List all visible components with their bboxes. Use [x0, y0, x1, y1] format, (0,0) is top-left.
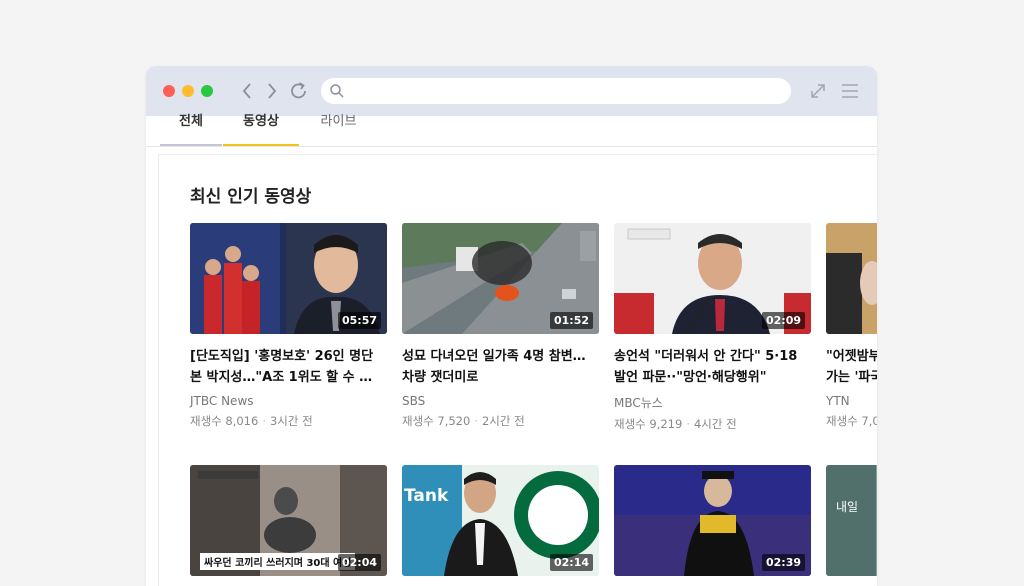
- browser-titlebar: [146, 66, 877, 116]
- video-duration: 02:14: [549, 554, 593, 571]
- video-meta: 재생수 7,520 · 2시간 전: [402, 413, 599, 429]
- video-card[interactable]: "어젯밤부 가는 '파국 YTN 재생수 7,0: [826, 223, 877, 429]
- video-age: 2시간 전: [481, 414, 525, 428]
- meta-separator: ·: [686, 417, 690, 431]
- thumbnail-text: 내일: [836, 500, 858, 514]
- video-duration: 02:09: [761, 312, 805, 329]
- meta-separator: ·: [474, 414, 478, 428]
- minimize-window-button[interactable]: [182, 85, 194, 97]
- video-source[interactable]: SBS: [402, 394, 599, 408]
- video-card[interactable]: Tank 02:14: [402, 465, 599, 576]
- video-duration: 02:04: [337, 554, 381, 571]
- video-views: 재생수 9,219: [614, 417, 683, 431]
- meta-separator: ·: [262, 414, 266, 428]
- tab-all-label: 전체: [179, 114, 203, 129]
- tab-live[interactable]: 라이브: [306, 114, 371, 144]
- video-title[interactable]: 송언석 "더러워서 안 간다" 5·18 발언 파문··"망언·해당행위": [614, 346, 811, 388]
- expand-icon[interactable]: [807, 80, 829, 102]
- forward-icon: [268, 83, 277, 99]
- reload-button[interactable]: [287, 78, 311, 104]
- video-thumbnail[interactable]: [826, 223, 877, 334]
- video-duration: 02:39: [761, 554, 805, 571]
- video-views: 재생수 8,016: [190, 414, 259, 428]
- video-source[interactable]: MBC뉴스: [614, 394, 811, 411]
- tab-all[interactable]: 전체: [160, 114, 222, 146]
- maximize-window-button[interactable]: [201, 85, 213, 97]
- video-meta: 재생수 7,0: [826, 413, 877, 429]
- reload-icon: [291, 82, 306, 99]
- video-thumbnail[interactable]: 05:57: [190, 223, 387, 334]
- forward-button[interactable]: [260, 78, 284, 104]
- video-title[interactable]: "어젯밤부 가는 '파국: [826, 346, 877, 388]
- video-thumbnail[interactable]: 02:09: [614, 223, 811, 334]
- video-card[interactable]: 내일: [826, 465, 877, 576]
- video-thumbnail[interactable]: 01:52: [402, 223, 599, 334]
- tab-video[interactable]: 동영상: [223, 114, 299, 146]
- video-age: 3시간 전: [269, 414, 313, 428]
- thumbnail-image: [826, 223, 877, 334]
- thumbnail-text: Tank: [404, 486, 449, 506]
- tab-live-label: 라이브: [320, 114, 357, 129]
- thumbnail-image: 내일: [826, 465, 877, 576]
- video-meta: 재생수 8,016 · 3시간 전: [190, 413, 387, 429]
- video-thumbnail[interactable]: Tank 02:14: [402, 465, 599, 576]
- video-duration: 05:57: [337, 312, 381, 329]
- video-thumbnail[interactable]: 내일: [826, 465, 877, 576]
- address-bar[interactable]: [321, 78, 791, 104]
- video-source[interactable]: YTN: [826, 394, 877, 408]
- back-icon: [242, 83, 251, 99]
- video-duration: 01:52: [549, 312, 593, 329]
- video-caption: 싸우던 코끼리 쓰러지며 30대 여성: [200, 553, 356, 570]
- video-age: 4시간 전: [693, 417, 737, 431]
- video-title[interactable]: [단도직입] '홍명보호' 26인 명단 본 박지성…"A조 1위도 할 수 …: [190, 346, 387, 388]
- video-title[interactable]: 성묘 다녀오던 일가족 4명 참변… 차량 잿더미로: [402, 346, 599, 388]
- video-source[interactable]: JTBC News: [190, 394, 387, 408]
- browser-window: 전체 동영상 라이브 최신 인기 동영상 05:57 [단도직입] '홍명보호'…: [146, 66, 877, 586]
- video-section: 최신 인기 동영상 05:57 [단도직입] '홍명보호' 26인 명단 본 박…: [158, 154, 877, 586]
- video-card[interactable]: 02:39: [614, 465, 811, 576]
- close-window-button[interactable]: [163, 85, 175, 97]
- video-card[interactable]: 02:09 송언석 "더러워서 안 간다" 5·18 발언 파문··"망언·해당…: [614, 223, 811, 432]
- category-tabs: 전체 동영상 라이브: [146, 114, 877, 147]
- menu-icon[interactable]: [839, 80, 861, 102]
- back-button[interactable]: [236, 78, 260, 104]
- video-views: 재생수 7,0: [826, 414, 877, 428]
- video-thumbnail[interactable]: 02:39: [614, 465, 811, 576]
- video-thumbnail[interactable]: 싸우던 코끼리 쓰러지며 30대 여성 02:04: [190, 465, 387, 576]
- video-meta: 재생수 9,219 · 4시간 전: [614, 416, 811, 432]
- search-icon: [330, 84, 344, 98]
- video-card[interactable]: 싸우던 코끼리 쓰러지며 30대 여성 02:04: [190, 465, 387, 576]
- tab-video-label: 동영상: [243, 114, 279, 129]
- video-views: 재생수 7,520: [402, 414, 471, 428]
- video-card[interactable]: 01:52 성묘 다녀오던 일가족 4명 참변… 차량 잿더미로 SBS 재생수…: [402, 223, 599, 429]
- section-title: 최신 인기 동영상: [190, 187, 312, 207]
- address-input[interactable]: [349, 81, 783, 103]
- video-card[interactable]: 05:57 [단도직입] '홍명보호' 26인 명단 본 박지성…"A조 1위도…: [190, 223, 387, 429]
